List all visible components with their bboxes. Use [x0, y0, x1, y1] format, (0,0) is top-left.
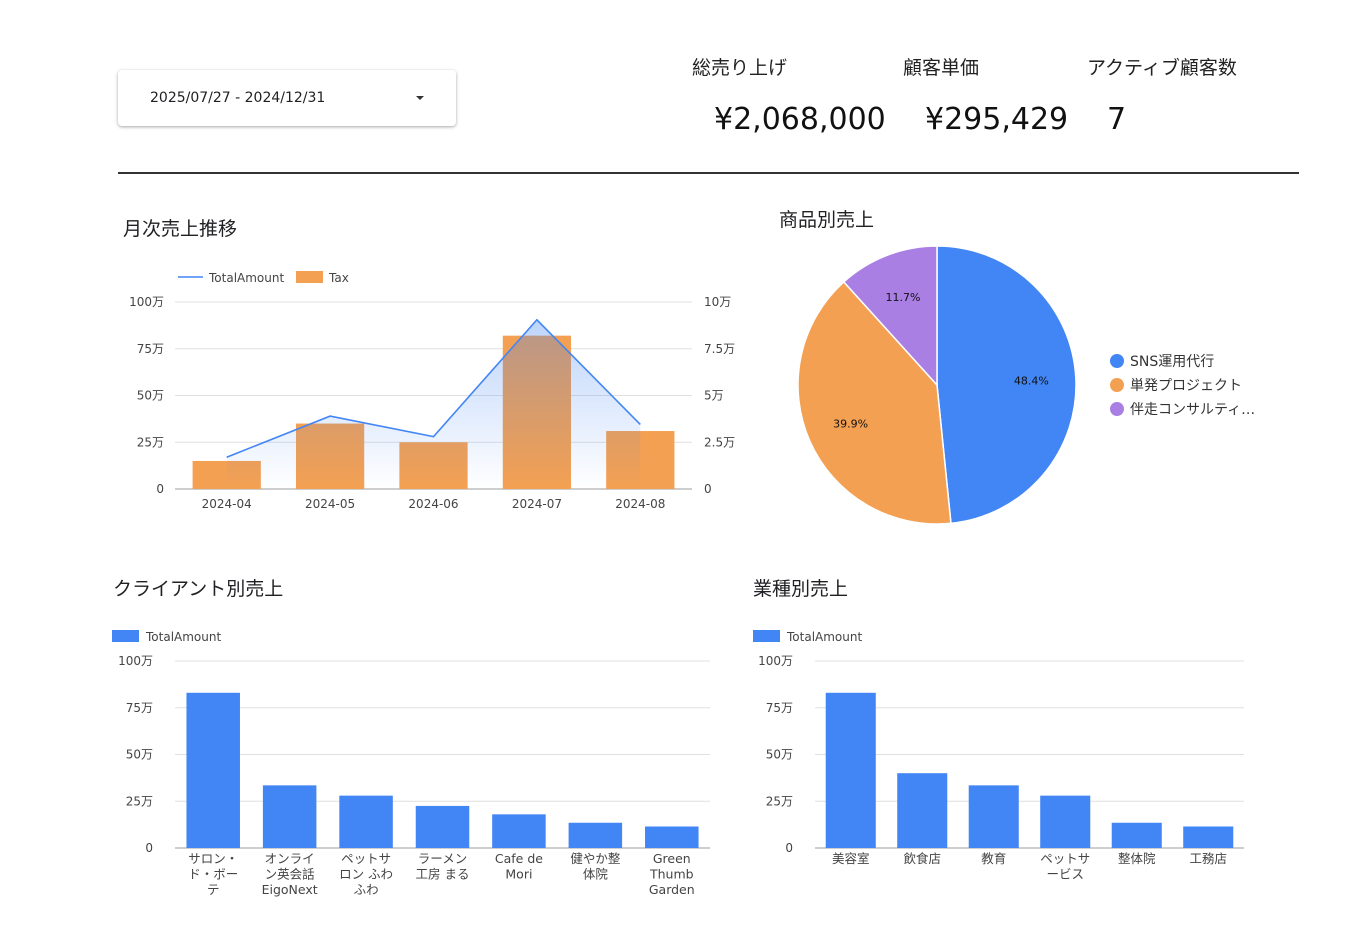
monthly-x-tick: 2024-06: [408, 497, 458, 511]
industry-bar: [1040, 795, 1091, 848]
monthly-y-left-tick: 50万: [137, 389, 164, 403]
client-x-tick: 健やか整: [570, 851, 621, 866]
industry-y-tick: 100万: [758, 654, 793, 668]
legend-tax-label: Tax: [328, 271, 349, 285]
industry-x-tick: ービス: [1046, 867, 1084, 882]
legend-bar-swatch: [296, 271, 323, 283]
monthly-y-left-tick: 75万: [137, 342, 164, 356]
pie-legend-dot: [1110, 378, 1124, 392]
industry-legend-label: TotalAmount: [786, 630, 862, 644]
client-bar: [262, 785, 317, 848]
monthly-x-tick: 2024-08: [615, 497, 665, 511]
monthly-y-left-tick: 0: [156, 482, 164, 496]
client-y-tick: 75万: [126, 701, 153, 715]
monthly-y-right-tick: 0: [704, 482, 712, 496]
client-x-tick: 工房 まる: [416, 867, 470, 882]
monthly-y-right-tick: 2.5万: [704, 435, 735, 449]
monthly-total-area: [226, 319, 641, 489]
client-x-tick: ン英会話: [265, 867, 315, 882]
client-x-tick: ペットサ: [341, 851, 391, 866]
industry-y-tick: 25万: [766, 794, 793, 808]
industry-bar: [968, 785, 1019, 848]
client-bar: [339, 795, 393, 848]
client-x-tick: オンライ: [265, 851, 315, 866]
industry-x-tick: 美容室: [832, 851, 870, 866]
client-bar: [492, 814, 546, 848]
industry-x-tick: 整体院: [1118, 851, 1156, 866]
client-legend-label: TotalAmount: [145, 630, 221, 644]
client-x-tick: Thumb: [649, 867, 694, 882]
industry-bar: [897, 773, 948, 848]
industry-bar: [825, 692, 876, 848]
pie-legend-dot: [1110, 402, 1124, 416]
client-x-tick: ふわ: [354, 882, 379, 897]
pie-legend-label: 伴走コンサルティ…: [1130, 402, 1255, 418]
monthly-y-left-tick: 25万: [137, 435, 164, 449]
charts-canvas: 0 25万 50万 75万 100万 0 2.5万 5万 7.5万 10万 2024-04 2024-…: [112, 245, 1255, 897]
client-x-tick: ラーメン: [418, 851, 468, 866]
pie-legend-dot: [1110, 354, 1124, 368]
monthly-x-tick: 2024-07: [512, 497, 562, 511]
client-y-tick: 100万: [118, 654, 153, 668]
client-x-tick: EigoNext: [262, 882, 318, 897]
industry-bar: [1111, 822, 1162, 848]
client-x-tick: Garden: [649, 882, 695, 897]
client-x-tick: ロン ふわ: [339, 867, 393, 882]
legend-total-label: TotalAmount: [208, 271, 284, 285]
client-x-tick: Mori: [505, 867, 532, 882]
client-y-tick: 0: [145, 841, 153, 855]
monthly-x-tick: 2024-05: [305, 497, 355, 511]
client-bar: [186, 692, 240, 848]
client-x-tick: テ: [207, 882, 220, 897]
client-y-tick: 25万: [126, 794, 153, 808]
client-x-tick: 体院: [583, 867, 609, 882]
pie-slice-label: 39.9%: [833, 417, 868, 430]
monthly-y-left-tick: 100万: [129, 295, 164, 309]
industry-x-tick: 工務店: [1189, 851, 1227, 866]
industry-y-tick: 0: [785, 841, 793, 855]
industry-x-tick: 教育: [981, 851, 1006, 866]
pie-slice: [936, 245, 1077, 525]
client-y-tick: 50万: [126, 748, 153, 762]
pie-slice-label: 48.4%: [1014, 374, 1049, 387]
client-x-tick: ド・ボー: [188, 867, 238, 882]
monthly-y-right-tick: 5万: [704, 389, 724, 403]
industry-bar: [1183, 826, 1234, 848]
industry-y-tick: 75万: [766, 701, 793, 715]
industry-x-tick: 飲食店: [903, 851, 941, 866]
pie-legend-label: SNS運用代行: [1130, 354, 1214, 370]
industry-y-tick: 50万: [766, 748, 793, 762]
client-bar: [645, 826, 699, 848]
industry-legend-swatch: [753, 630, 780, 642]
pie-legend-label: 単発プロジェクト: [1130, 378, 1242, 394]
monthly-y-right-tick: 10万: [704, 295, 731, 309]
client-bar: [568, 822, 623, 848]
client-bar: [415, 805, 470, 848]
client-legend-swatch: [112, 630, 139, 642]
monthly-y-right-tick: 7.5万: [704, 342, 735, 356]
pie-slice-label: 11.7%: [886, 291, 921, 304]
client-x-tick: サロン・: [188, 851, 238, 866]
monthly-x-tick: 2024-04: [202, 497, 252, 511]
industry-x-tick: ペットサ: [1040, 851, 1090, 866]
client-x-tick: Cafe de: [495, 851, 543, 866]
client-x-tick: Green: [653, 851, 691, 866]
